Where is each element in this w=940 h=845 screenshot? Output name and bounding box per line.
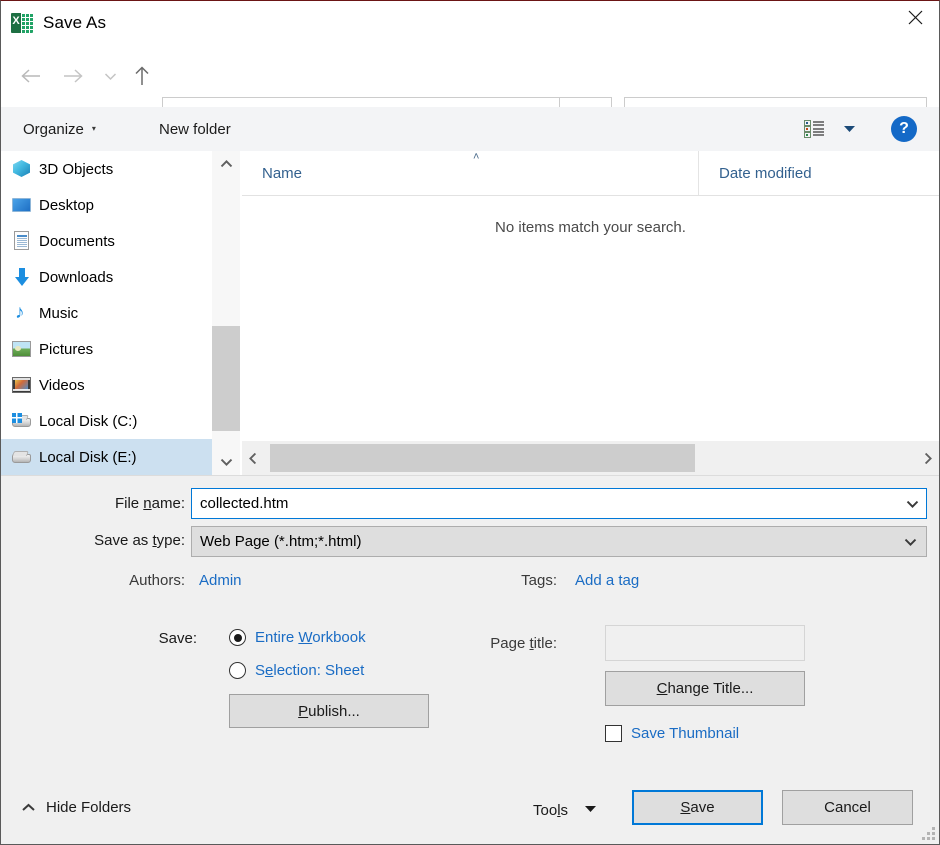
sidebar-item-label: Music: [39, 304, 79, 322]
change-title-button[interactable]: Change Title...: [605, 671, 805, 706]
desktop-icon: [11, 194, 33, 216]
save-thumbnail-checkbox[interactable]: Save Thumbnail: [605, 725, 739, 742]
organize-button[interactable]: Organize ▾: [23, 116, 96, 142]
arrow-right-icon[interactable]: [53, 54, 93, 98]
checkbox-unchecked-icon: [605, 725, 622, 742]
arrow-up-icon[interactable]: [125, 54, 159, 98]
chevron-down-icon: [584, 805, 597, 815]
chevron-up-icon[interactable]: [212, 151, 240, 177]
navigation-pane-scrollbar[interactable]: [212, 151, 240, 475]
excel-icon: [9, 10, 35, 36]
sidebar-item-downloads[interactable]: Downloads: [1, 259, 212, 295]
save-as-dialog: Save As: [0, 0, 940, 845]
sidebar-item-label: Desktop: [39, 196, 95, 214]
music-icon: ♪: [15, 302, 25, 323]
windows-disk-icon: [11, 410, 33, 432]
file-list-pane: ˄ Name Date modified No items match your…: [242, 151, 939, 439]
pictures-icon: [11, 338, 33, 360]
new-folder-button[interactable]: New folder: [159, 116, 231, 142]
chevron-down-icon: ▾: [91, 124, 96, 133]
sidebar-item-local-disk-c[interactable]: Local Disk (C:): [1, 403, 212, 439]
sidebar-item-label: Documents: [39, 232, 115, 250]
documents-icon: [11, 230, 33, 252]
save-button[interactable]: Save: [632, 790, 763, 825]
navigation-pane: 3D Objects Desktop Documents Downloads ♪…: [1, 151, 212, 475]
downloads-icon: [11, 266, 33, 288]
page-title: Save As: [43, 13, 107, 32]
disk-icon: [11, 446, 33, 468]
sidebar-item-pictures[interactable]: Pictures: [1, 331, 212, 367]
arrow-left-icon[interactable]: [11, 54, 51, 98]
tags-label: Tags:: [521, 572, 557, 589]
chevron-down-icon[interactable]: [95, 54, 125, 98]
radio-label: Entire Workbook: [255, 629, 366, 646]
view-options-chevron-down-icon[interactable]: [837, 117, 861, 141]
chevron-right-icon[interactable]: [917, 441, 939, 475]
radio-label: Selection: Sheet: [255, 662, 365, 679]
file-name-input[interactable]: [191, 488, 927, 519]
authors-value[interactable]: Admin: [199, 572, 242, 589]
sidebar-item-label: Videos: [39, 376, 85, 394]
cancel-button[interactable]: Cancel: [782, 790, 913, 825]
file-list-horizontal-scrollbar[interactable]: [242, 441, 939, 475]
title-bar: Save As: [1, 1, 939, 45]
hide-folders-button[interactable]: Hide Folders: [21, 799, 131, 816]
organize-label: Organize: [23, 120, 84, 138]
tools-button[interactable]: Tools: [533, 796, 597, 824]
videos-icon: [11, 374, 33, 396]
radio-unselected-icon: [229, 662, 246, 679]
sidebar-item-local-disk-e[interactable]: Local Disk (E:): [1, 439, 212, 475]
sidebar-item-desktop[interactable]: Desktop: [1, 187, 212, 223]
save-thumbnail-label: Save Thumbnail: [631, 725, 740, 742]
add-a-tag-link[interactable]: Add a tag: [575, 572, 639, 589]
hide-folders-label: Hide Folders: [46, 799, 132, 816]
radio-selection-sheet[interactable]: Selection: Sheet: [229, 662, 364, 679]
scrollbar-thumb[interactable]: [212, 326, 240, 431]
radio-selected-icon: [229, 629, 246, 646]
tools-label: Tools: [533, 801, 569, 819]
empty-list-message: No items match your search.: [495, 219, 686, 236]
file-name-label: File name:: [114, 495, 185, 512]
page-title-label: Page title:: [490, 635, 557, 652]
chevron-left-icon[interactable]: [242, 441, 264, 475]
sidebar-item-3d-objects[interactable]: 3D Objects: [1, 151, 212, 187]
authors-label: Authors:: [129, 572, 185, 589]
save-as-type-select[interactable]: Web Page (*.htm;*.html): [191, 526, 927, 557]
chevron-down-icon: [896, 527, 924, 556]
radio-entire-workbook[interactable]: Entire Workbook: [229, 629, 366, 646]
navigation-row: « Sample File ❯ csv Searc: [1, 45, 939, 139]
command-toolbar: Organize ▾ New folder: [1, 107, 939, 152]
sidebar-item-label: Local Disk (E:): [39, 448, 137, 466]
3d-objects-icon: [11, 158, 33, 180]
column-header-date-modified[interactable]: Date modified: [698, 151, 939, 195]
resize-grip-icon[interactable]: [922, 827, 935, 840]
save-as-type-label: Save as type:: [94, 532, 185, 549]
sidebar-item-label: 3D Objects: [39, 160, 114, 178]
close-icon[interactable]: [891, 1, 939, 33]
save-group-label: Save:: [158, 630, 197, 647]
sidebar-item-label: Downloads: [39, 268, 114, 286]
scrollbar-thumb[interactable]: [270, 444, 695, 472]
chevron-up-icon: [21, 799, 36, 816]
sidebar-item-videos[interactable]: Videos: [1, 367, 212, 403]
sidebar-item-label: Local Disk (C:): [39, 412, 138, 430]
file-name-chevron-down-icon[interactable]: [898, 489, 926, 518]
column-header-name[interactable]: Name: [242, 151, 698, 195]
save-as-type-value: Web Page (*.htm;*.html): [200, 533, 362, 550]
list-view-icon[interactable]: [801, 117, 829, 141]
chevron-down-icon[interactable]: [212, 449, 240, 475]
column-header-row: ˄ Name Date modified: [242, 151, 939, 196]
sidebar-item-documents[interactable]: Documents: [1, 223, 212, 259]
sidebar-item-music[interactable]: ♪ Music: [1, 295, 212, 331]
publish-button[interactable]: Publish...: [229, 694, 429, 728]
help-button[interactable]: ?: [891, 116, 917, 142]
sidebar-item-label: Pictures: [39, 340, 94, 358]
new-folder-label: New folder: [159, 120, 231, 138]
page-title-input[interactable]: [605, 625, 805, 661]
